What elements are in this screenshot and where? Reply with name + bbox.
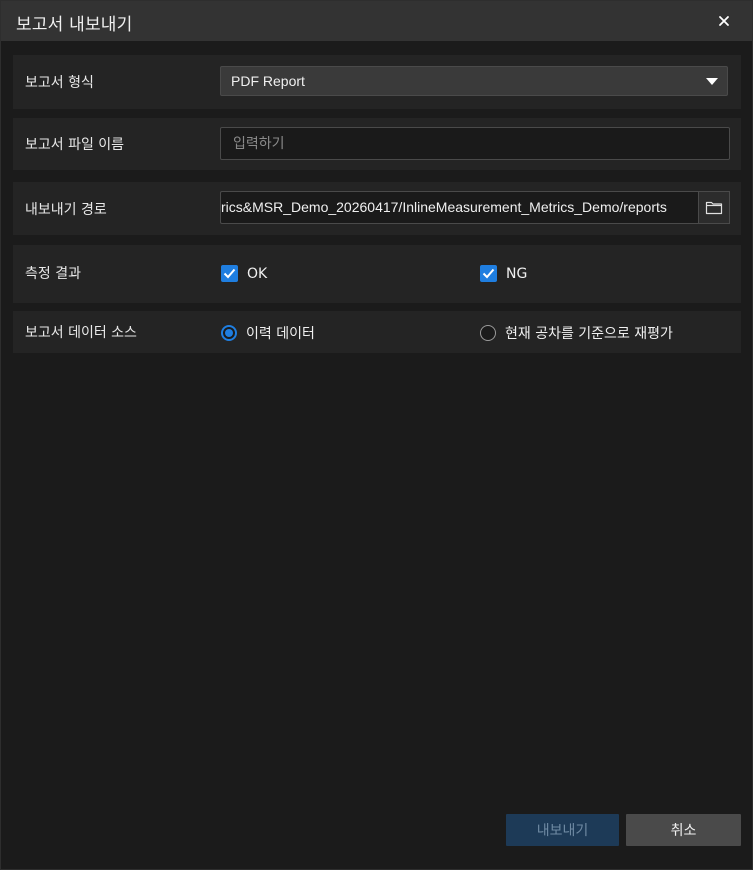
measurement-result-row: 측정 결과 OK NG [13,245,741,303]
measurement-result-label: 측정 결과 [25,266,81,282]
report-format-select[interactable]: PDF Report [220,66,728,96]
reevaluate-radio[interactable]: 현재 공차를 기준으로 재평가 [480,323,673,343]
export-path-label: 내보내기 경로 [25,202,107,218]
cancel-button[interactable]: 취소 [626,814,741,846]
report-filename-label: 보고서 파일 이름 [25,137,125,153]
export-path-value: rics&MSR_Demo_20260417/InlineMeasurement… [221,199,667,215]
folder-icon [705,201,723,215]
export-path-field[interactable]: rics&MSR_Demo_20260417/InlineMeasurement… [220,191,698,224]
close-button[interactable] [714,11,734,31]
ok-checkbox-label: OK [247,265,268,282]
report-format-row: 보고서 형식 PDF Report [13,55,741,109]
ok-checkbox[interactable]: OK [221,265,267,282]
radio-selected-icon [221,325,237,341]
report-filename-row: 보고서 파일 이름 [13,118,741,170]
close-icon [719,16,729,26]
radio-unselected-icon [480,325,496,341]
report-format-label: 보고서 형식 [25,75,94,91]
dialog-titlebar: 보고서 내보내기 [1,1,752,41]
checkbox-checked-icon [221,265,238,282]
checkbox-checked-icon [480,265,497,282]
data-source-row: 보고서 데이터 소스 이력 데이터 현재 공차를 기준으로 재평가 [13,311,741,353]
export-button[interactable]: 내보내기 [506,814,619,846]
report-format-value: PDF Report [231,73,305,89]
export-report-dialog: 보고서 내보내기 보고서 형식 PDF Report 보고서 파일 이름 내보내… [0,0,753,870]
chevron-down-icon [706,78,718,85]
history-data-radio[interactable]: 이력 데이터 [221,323,315,343]
report-filename-input[interactable] [220,127,730,160]
export-path-row: 내보내기 경로 rics&MSR_Demo_20260417/InlineMea… [13,182,741,235]
history-data-label: 이력 데이터 [246,326,315,342]
reevaluate-label: 현재 공차를 기준으로 재평가 [505,326,673,342]
data-source-label: 보고서 데이터 소스 [25,325,137,341]
browse-folder-button[interactable] [698,191,730,224]
ng-checkbox-label: NG [506,265,528,282]
dialog-title: 보고서 내보내기 [16,15,133,35]
ng-checkbox[interactable]: NG [480,265,527,282]
